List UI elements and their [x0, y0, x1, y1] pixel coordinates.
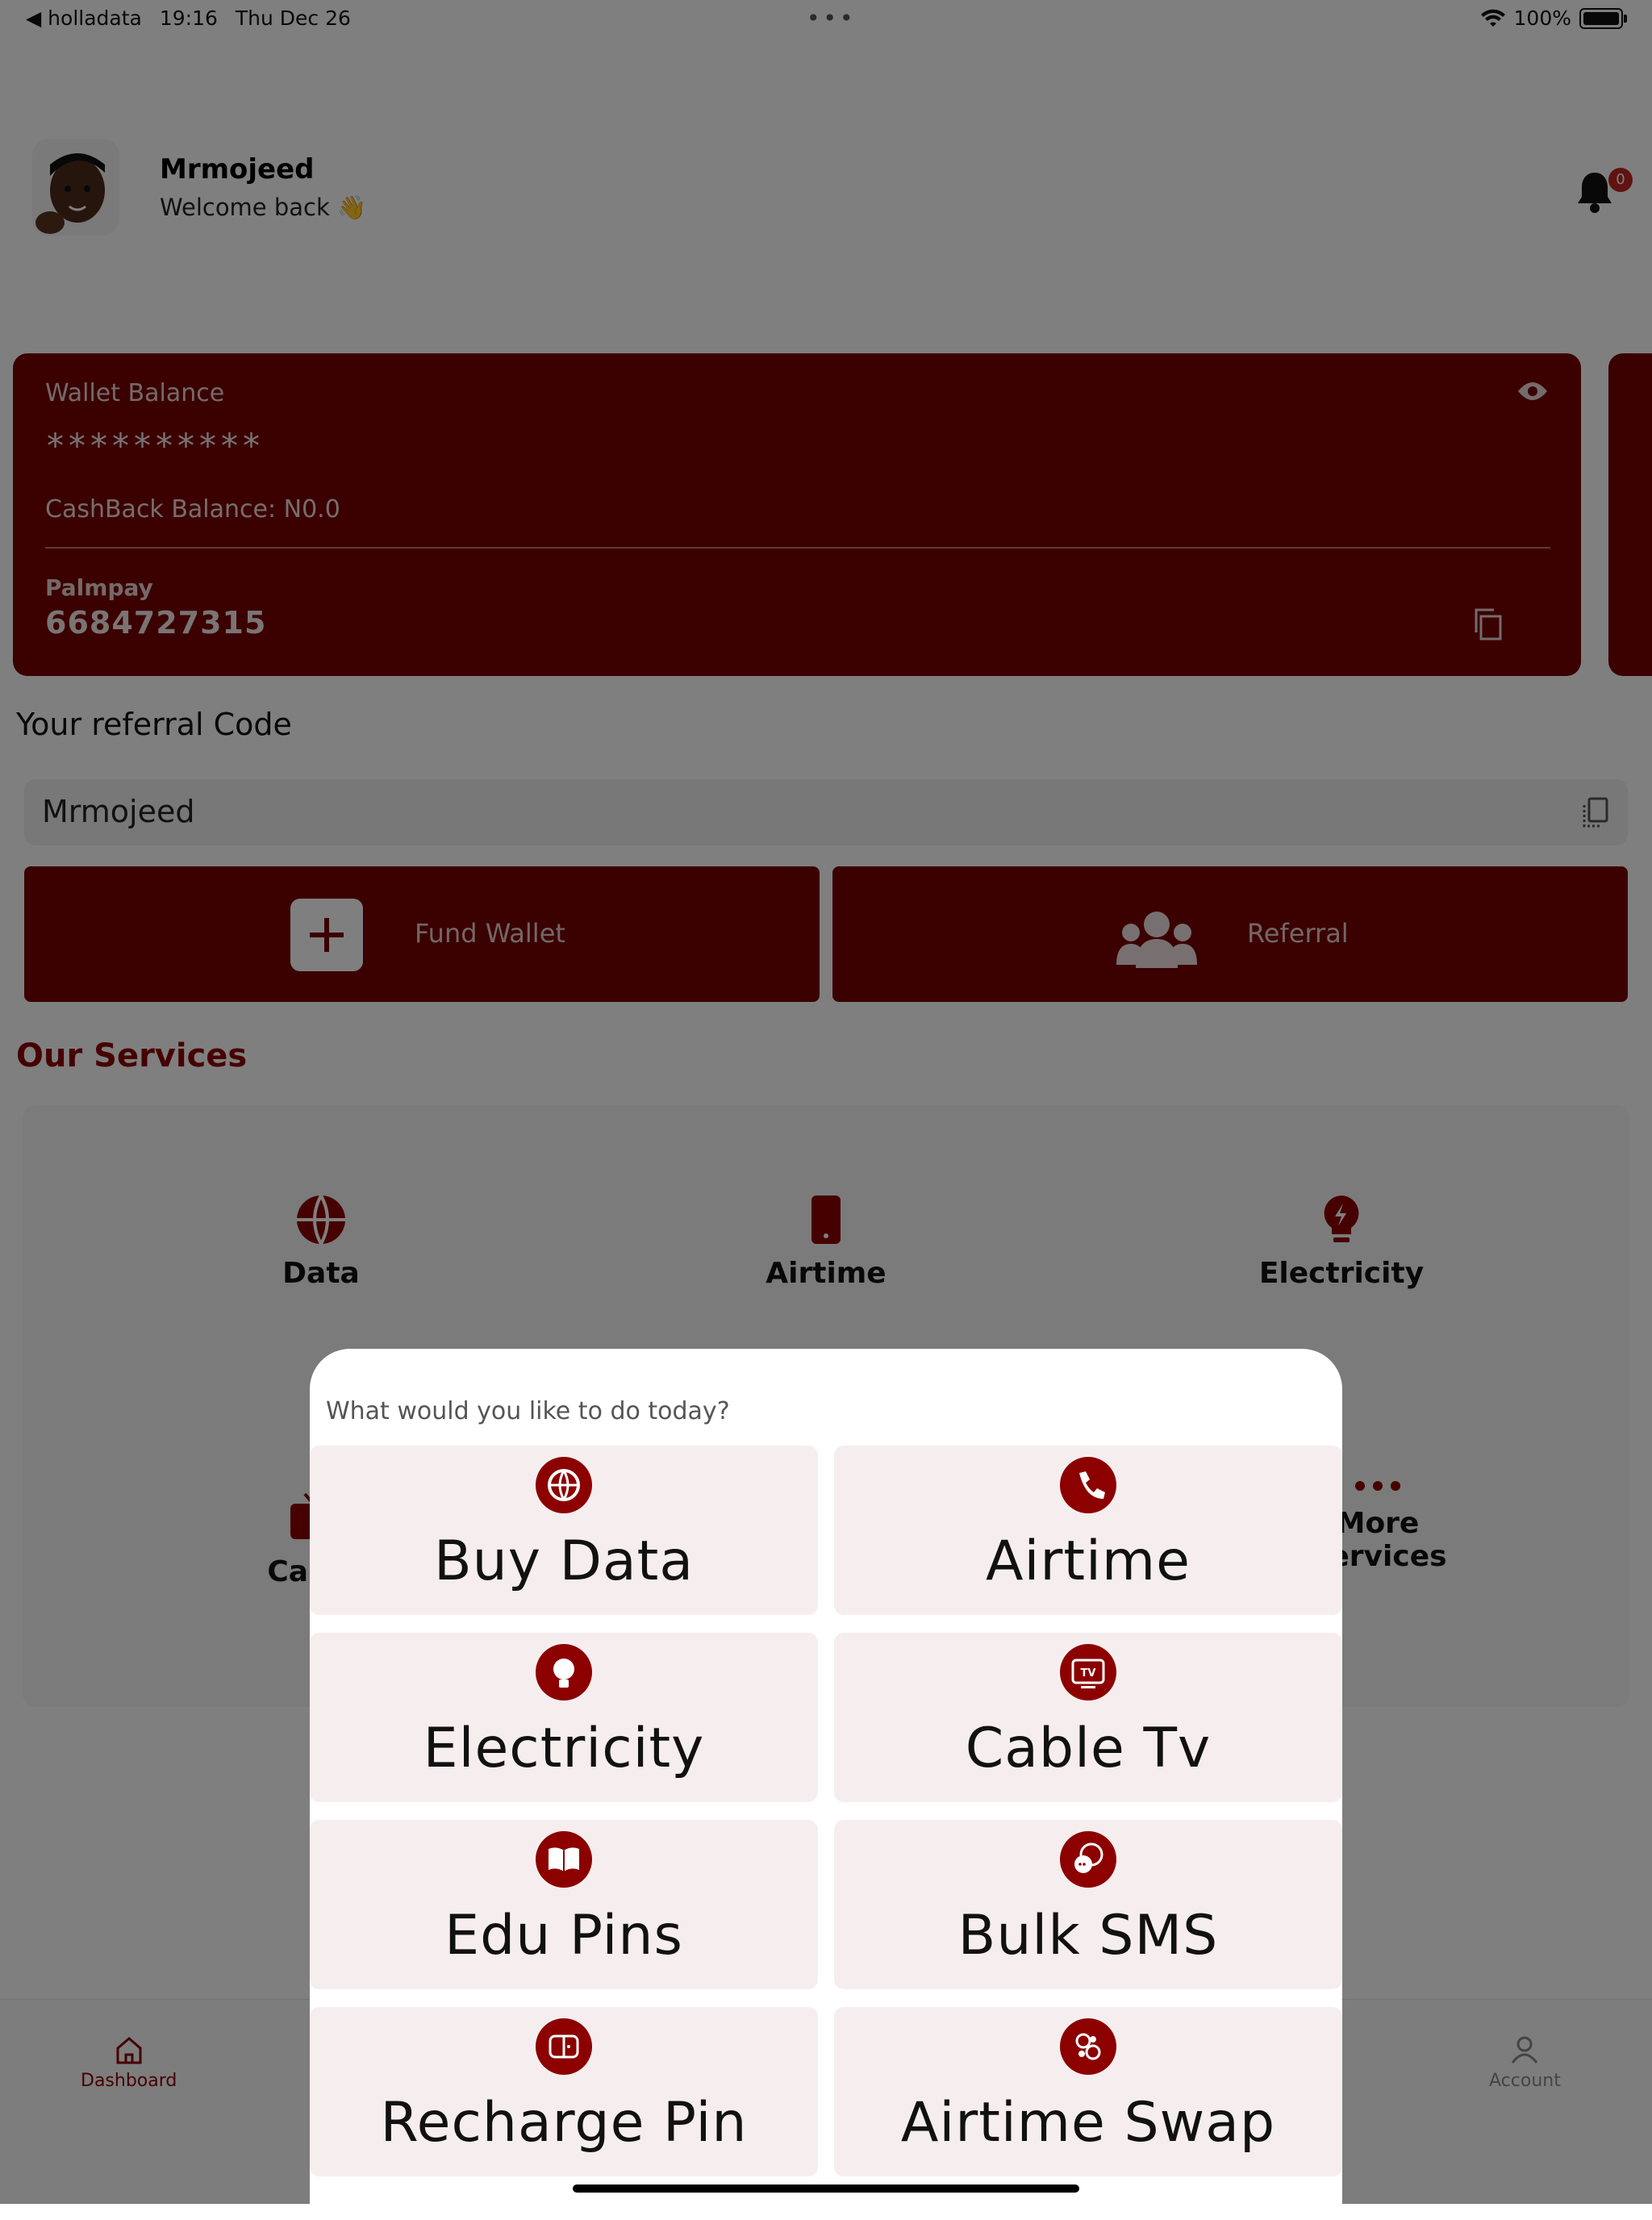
tile-label: Electricity — [423, 1717, 705, 1780]
phone-icon — [1060, 1457, 1116, 1513]
sheet-prompt: What would you like to do today? — [326, 1397, 730, 1425]
tile-label: Airtime — [986, 1529, 1191, 1593]
tile-recharge-pin[interactable]: Recharge Pin — [310, 2007, 818, 2176]
tile-airtime-swap[interactable]: Airtime Swap — [834, 2007, 1342, 2176]
tile-label: Buy Data — [434, 1529, 694, 1593]
bulb-icon — [536, 1644, 592, 1700]
tile-label: Bulk SMS — [957, 1904, 1219, 1968]
book-icon — [536, 1831, 592, 1888]
tile-electricity[interactable]: Electricity — [310, 1633, 818, 1802]
tile-bulk-sms[interactable]: Bulk SMS — [834, 1820, 1342, 1989]
action-sheet: What would you like to do today? Buy Dat… — [310, 1349, 1342, 2220]
globe-icon — [536, 1457, 592, 1513]
tile-label: Recharge Pin — [380, 2091, 748, 2155]
tile-buy-data[interactable]: Buy Data — [310, 1446, 818, 1615]
tv-icon: TV — [1060, 1644, 1116, 1700]
tile-label: Airtime Swap — [900, 2091, 1276, 2155]
home-indicator[interactable] — [573, 2185, 1079, 2193]
recharge-icon — [536, 2018, 592, 2075]
chat-icon — [1060, 1831, 1116, 1888]
swap-icon — [1060, 2018, 1116, 2075]
tile-label: Cable Tv — [965, 1717, 1212, 1780]
tile-label: Edu Pins — [444, 1904, 683, 1968]
tile-cable-tv[interactable]: TV Cable Tv — [834, 1633, 1342, 1802]
tile-edu-pins[interactable]: Edu Pins — [310, 1820, 818, 1989]
tile-airtime[interactable]: Airtime — [834, 1446, 1342, 1615]
svg-text:TV: TV — [1081, 1667, 1096, 1680]
